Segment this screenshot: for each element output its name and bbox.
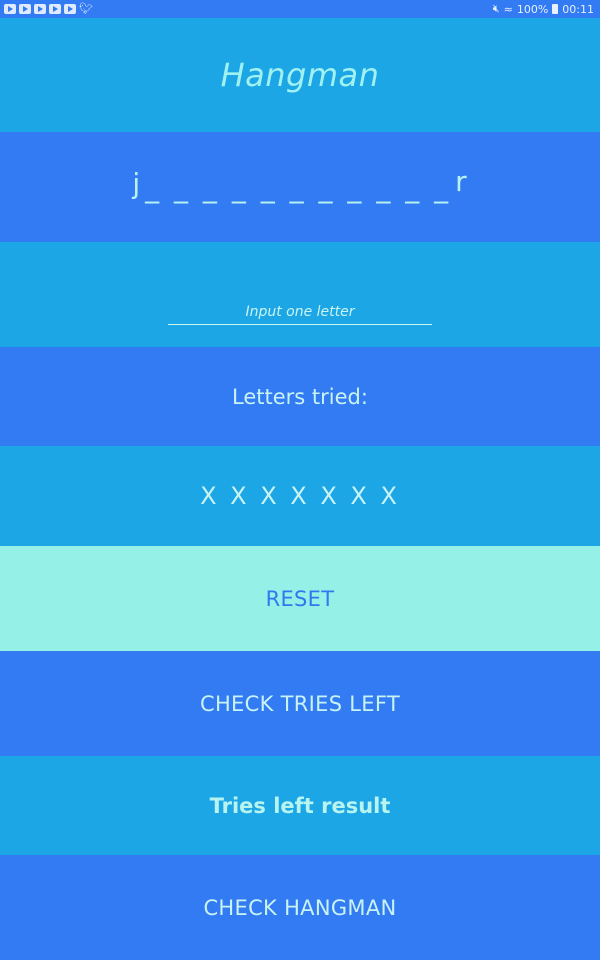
letter-input-wrapper (168, 301, 432, 325)
letters-tried-label-row: Letters tried: (0, 347, 600, 446)
tries-left-result: Tries left result (209, 793, 391, 818)
word-blanks: _ _ _ _ _ _ _ _ _ _ _ (145, 170, 452, 204)
notification-icons: 🐦︎ (4, 2, 93, 15)
letters-tried-label: Letters tried: (232, 384, 368, 409)
letters-tried-row: X X X X X X X (0, 446, 600, 546)
check-hangman-button-label: CHECK HANGMAN (203, 895, 397, 920)
tries-result-row: Tries left result (0, 756, 600, 855)
word-first-letter: j (132, 166, 142, 200)
title-bar: Hangman (0, 18, 600, 132)
reset-button[interactable]: RESET (0, 546, 600, 651)
battery-percent: 100% (516, 2, 549, 16)
battery-icon (552, 4, 559, 14)
youtube-icon (19, 4, 31, 14)
check-hangman-button[interactable]: CHECK HANGMAN (0, 855, 600, 960)
letters-tried-value: X X X X X X X (200, 482, 400, 510)
twitter-icon: 🐦︎ (79, 2, 93, 15)
word-last-letter: r (455, 164, 468, 198)
app-title: Hangman (220, 56, 380, 94)
check-tries-button-label: CHECK TRIES LEFT (199, 691, 401, 716)
letter-input[interactable] (168, 301, 432, 325)
check-tries-button[interactable]: CHECK TRIES LEFT (0, 651, 600, 756)
word-display: j _ _ _ _ _ _ _ _ _ _ _ r (0, 132, 600, 242)
hidden-word: j _ _ _ _ _ _ _ _ _ _ _ r (132, 165, 467, 204)
status-bar: 🐦︎ 🔇︎ ≈ 100% 00:11 (0, 0, 600, 18)
youtube-icon (4, 4, 16, 14)
youtube-icon (49, 4, 61, 14)
mute-icon: 🔇︎ (492, 2, 500, 15)
reset-button-label: RESET (265, 586, 335, 611)
system-status: 🔇︎ ≈ 100% 00:11 (493, 2, 594, 16)
youtube-icon (64, 4, 76, 14)
input-section (0, 242, 600, 347)
wifi-icon: ≈ (503, 2, 513, 16)
youtube-icon (34, 4, 46, 14)
clock: 00:11 (562, 2, 594, 16)
app-screen: 🐦︎ 🔇︎ ≈ 100% 00:11 Hangman j _ _ _ _ _ _… (0, 0, 600, 960)
